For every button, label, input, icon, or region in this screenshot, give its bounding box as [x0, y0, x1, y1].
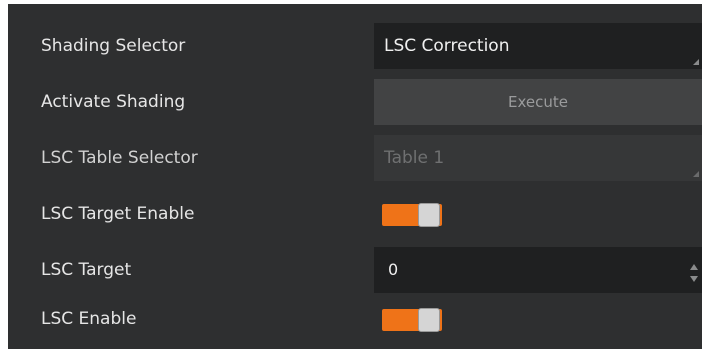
shading-selector-value: LSC Correction — [384, 36, 510, 56]
lsc-enable-label: LSC Enable — [41, 309, 137, 329]
lsc-table-selector-dropdown[interactable]: Table 1 — [374, 135, 702, 181]
lsc-target-enable-label: LSC Target Enable — [41, 204, 195, 224]
shading-selector-label: Shading Selector — [41, 36, 186, 56]
row-shading-selector: Shading Selector LSC Correction — [8, 18, 702, 74]
lsc-enable-toggle[interactable] — [382, 308, 442, 332]
property-panel: Shading Selector LSC Correction Activate… — [8, 4, 702, 349]
dropdown-corner-icon — [693, 59, 699, 65]
activate-shading-label: Activate Shading — [41, 92, 186, 112]
lsc-table-selector-value: Table 1 — [384, 148, 445, 168]
dropdown-corner-icon — [693, 171, 699, 177]
execute-button[interactable]: Execute — [374, 79, 702, 125]
spinner-arrows-icon[interactable] — [690, 257, 698, 282]
row-lsc-target: LSC Target 0 — [8, 242, 702, 298]
row-lsc-enable: LSC Enable — [8, 291, 702, 347]
row-activate-shading: Activate Shading Execute — [8, 74, 702, 130]
lsc-target-label: LSC Target — [41, 260, 132, 280]
shading-selector-dropdown[interactable]: LSC Correction — [374, 23, 702, 69]
toggle-knob — [418, 308, 440, 332]
toggle-knob — [418, 203, 440, 227]
lsc-target-input[interactable]: 0 — [374, 247, 702, 293]
lsc-target-enable-toggle[interactable] — [382, 203, 442, 227]
lsc-target-value: 0 — [388, 260, 399, 279]
row-lsc-target-enable: LSC Target Enable — [8, 186, 702, 242]
row-lsc-table-selector: LSC Table Selector Table 1 — [8, 130, 702, 186]
lsc-table-selector-label: LSC Table Selector — [41, 148, 198, 168]
